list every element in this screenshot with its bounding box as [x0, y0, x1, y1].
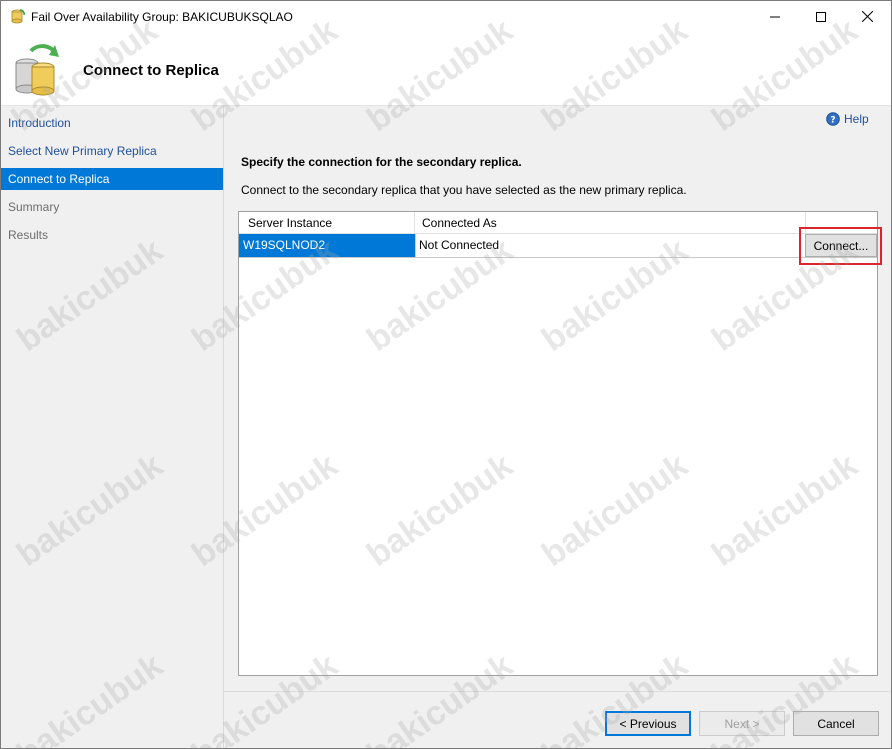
cancel-button[interactable]: Cancel — [793, 711, 879, 736]
next-button: Next > — [699, 711, 785, 736]
section-title: Specify the connection for the secondary… — [241, 155, 522, 169]
maximize-button[interactable] — [798, 1, 844, 32]
close-button[interactable] — [844, 1, 890, 32]
app-icon — [11, 9, 25, 24]
sidebar-item-connect-to-replica[interactable]: Connect to Replica — [1, 168, 223, 190]
replica-connection-grid: Server Instance Connected As W19SQLNOD2 … — [238, 211, 878, 676]
help-label: Help — [844, 112, 869, 126]
title-bar: Fail Over Availability Group: BAKICUBUKS… — [1, 1, 891, 32]
sidebar-item-introduction[interactable]: Introduction — [1, 112, 223, 134]
cell-connected-as: Not Connected — [415, 234, 806, 257]
table-row[interactable]: W19SQLNOD2 Not Connected Connect... — [239, 234, 877, 258]
wizard-window: Fail Over Availability Group: BAKICUBUKS… — [0, 0, 892, 749]
database-failover-icon — [15, 44, 59, 96]
column-header-server-instance[interactable]: Server Instance — [239, 212, 415, 234]
maximize-icon — [816, 11, 826, 22]
sidebar-item-summary: Summary — [8, 200, 60, 214]
close-icon — [861, 11, 873, 22]
sidebar-item-select-new-primary-replica[interactable]: Select New Primary Replica — [1, 140, 223, 162]
wizard-sidebar: Introduction Select New Primary Replica … — [1, 106, 224, 748]
page-title: Connect to Replica — [83, 62, 219, 79]
help-icon: ? — [826, 112, 840, 126]
help-link[interactable]: ? Help — [826, 111, 869, 127]
cell-server-instance[interactable]: W19SQLNOD2 — [239, 234, 415, 257]
sidebar-item-results: Results — [8, 228, 49, 242]
section-description: Connect to the secondary replica that yo… — [241, 183, 687, 197]
column-header-connected-as[interactable]: Connected As — [415, 212, 806, 234]
wizard-header: Connect to Replica — [1, 32, 891, 105]
highlight-annotation — [799, 227, 882, 265]
minimize-icon — [770, 16, 780, 17]
previous-button[interactable]: < Previous — [605, 711, 691, 736]
svg-text:?: ? — [830, 116, 835, 126]
window-title: Fail Over Availability Group: BAKICUBUKS… — [31, 10, 293, 24]
minimize-button[interactable] — [752, 1, 798, 32]
wizard-footer — [224, 691, 891, 748]
